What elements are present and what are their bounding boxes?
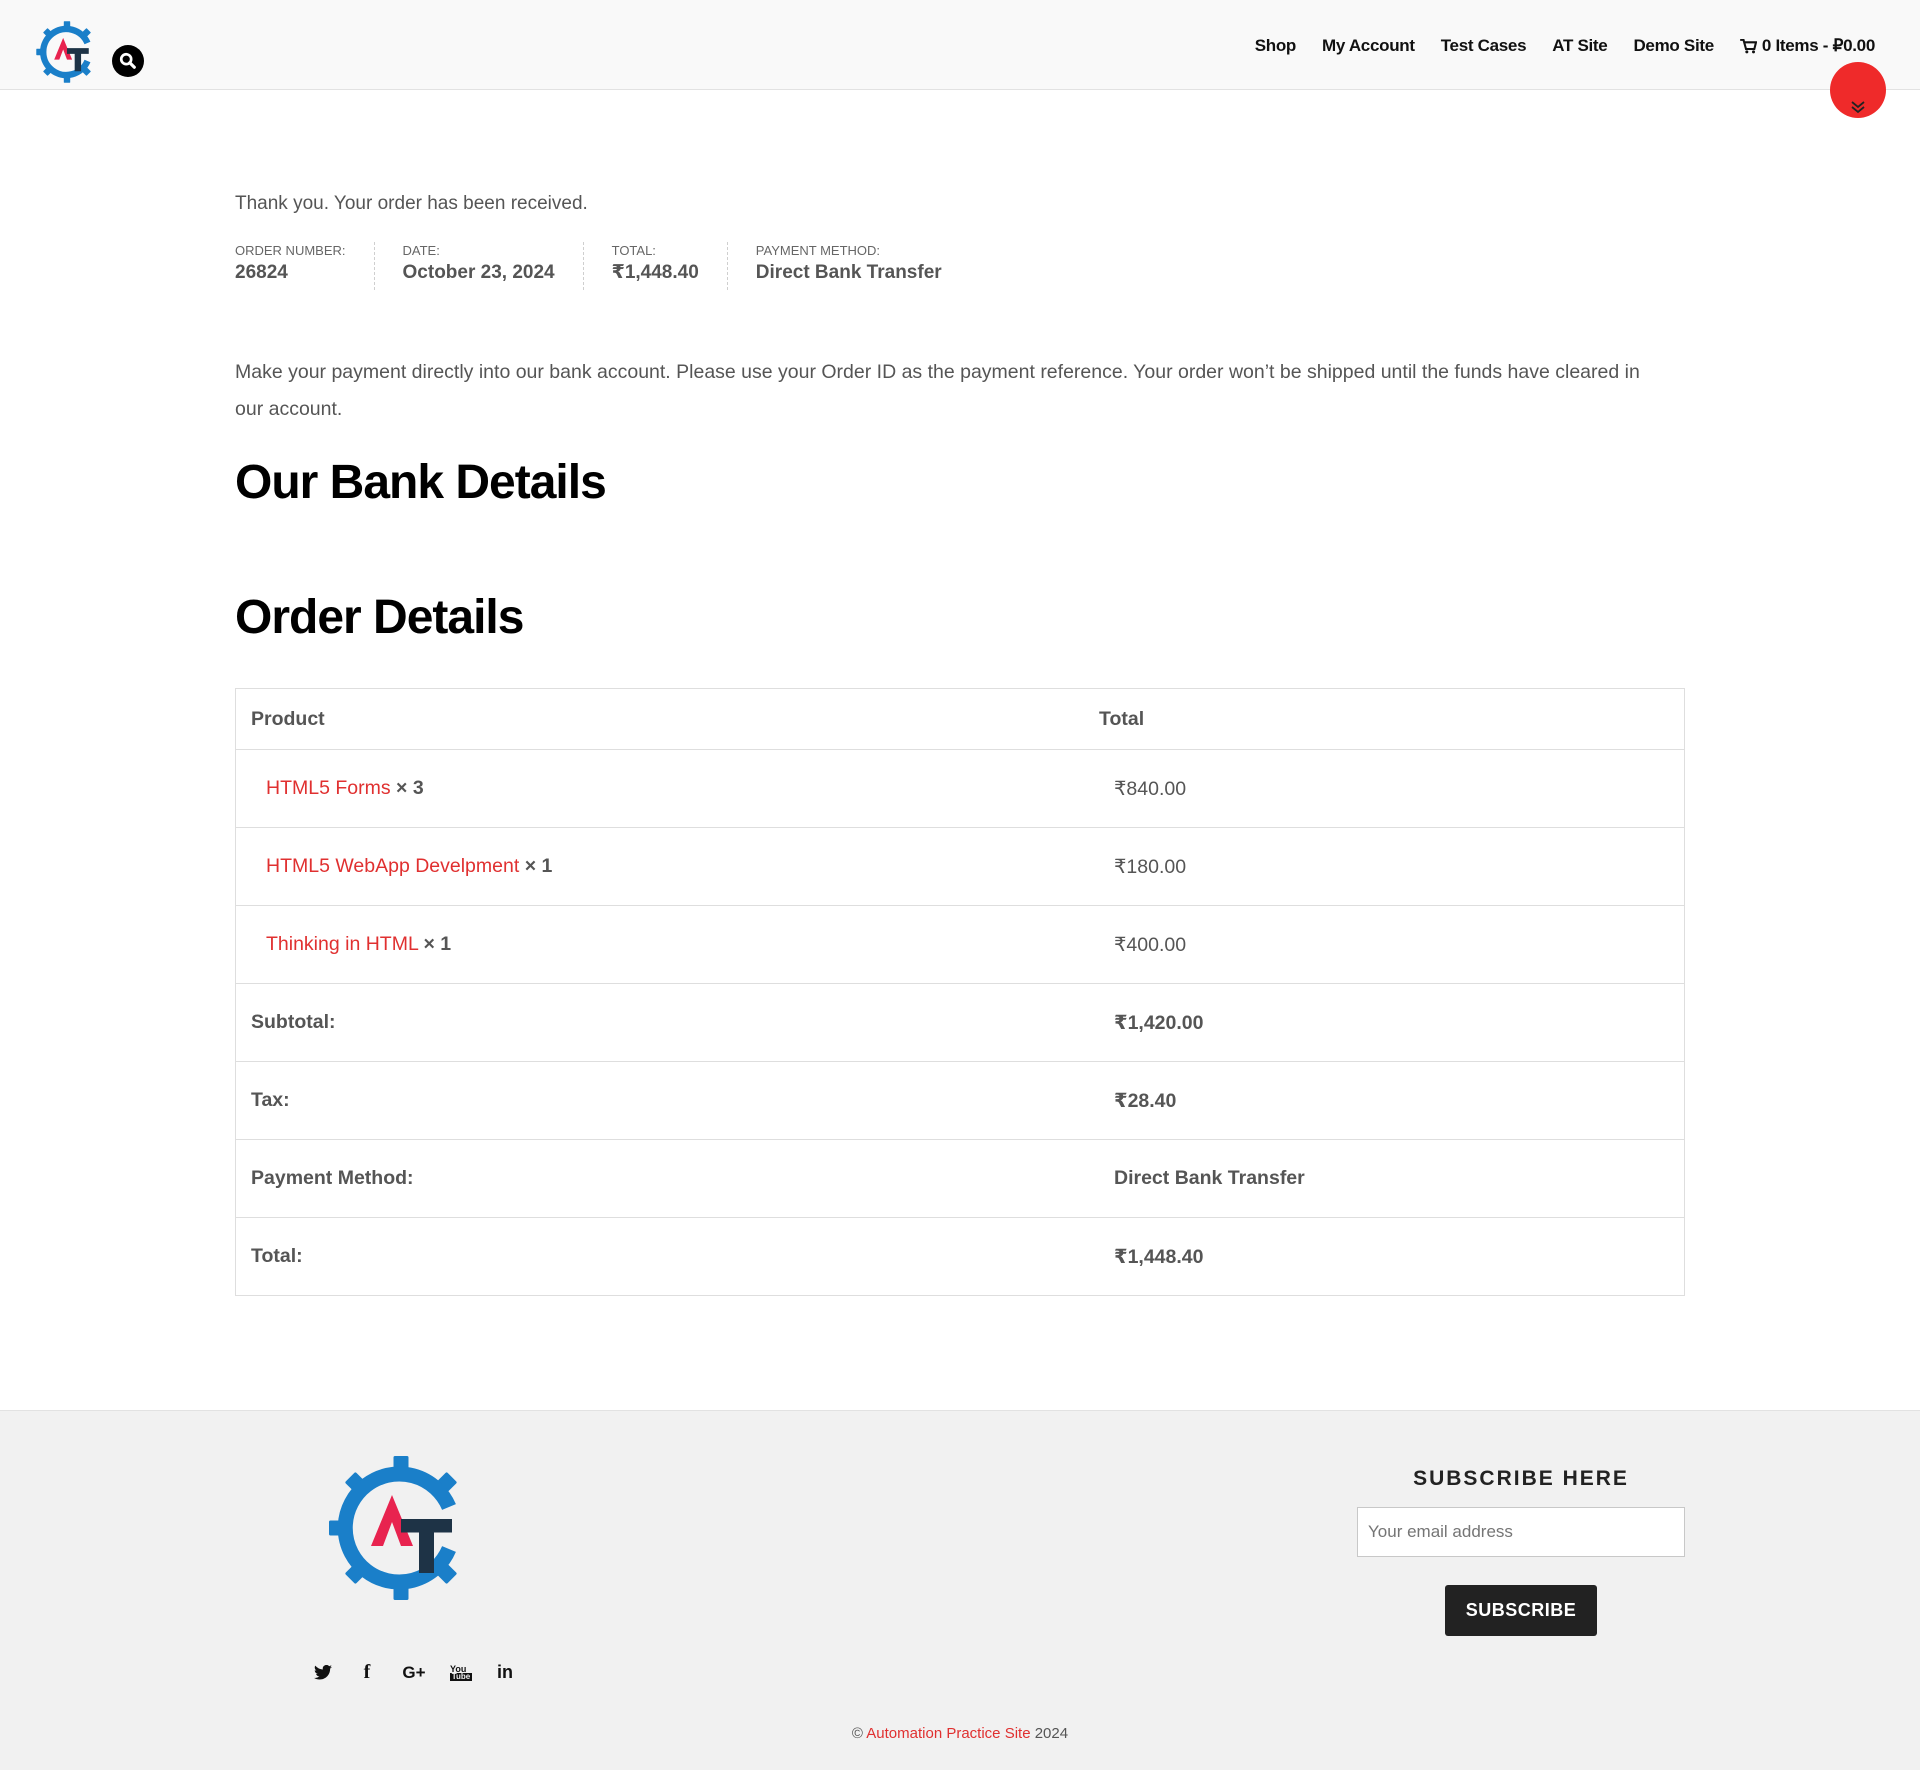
subtotal-row: Subtotal: ₹1,420.00 — [235, 983, 1685, 1062]
product-link[interactable]: Thinking in HTML — [266, 933, 418, 955]
overview-payment-method: Payment method: Direct Bank Transfer — [726, 242, 970, 290]
payment-method-row: Payment Method: Direct Bank Transfer — [235, 1139, 1685, 1218]
overview-value: Direct Bank Transfer — [755, 262, 942, 283]
overview-date: Date: October 23, 2024 — [373, 242, 583, 290]
product-quantity: × 1 — [423, 933, 452, 955]
line-total: ₹400.00 — [1084, 905, 1685, 984]
product-column-header: Product — [235, 688, 1084, 750]
nav-shop[interactable]: Shop — [1255, 36, 1297, 56]
site-header: Shop My Account Test Cases AT Site Demo … — [0, 0, 1920, 90]
subscribe-button[interactable]: SUBSCRIBE — [1445, 1585, 1597, 1636]
line-total: ₹180.00 — [1084, 827, 1685, 906]
overview-label: Date: — [402, 243, 440, 258]
product-link[interactable]: HTML5 WebApp Develpment — [266, 855, 519, 877]
nav-at-site[interactable]: AT Site — [1552, 36, 1608, 56]
totals-label: Payment Method: — [235, 1139, 1084, 1218]
product-cell: HTML5 WebApp Develpment × 1 — [235, 827, 1084, 906]
overview-label: Total: — [611, 243, 656, 258]
twitter-icon[interactable] — [312, 1665, 334, 1680]
copyright-year: 2024 — [1034, 1725, 1069, 1742]
line-total: ₹840.00 — [1084, 749, 1685, 828]
cart-icon — [1740, 38, 1757, 53]
overview-value: 26824 — [235, 262, 288, 283]
table-header-row: Product Total — [235, 688, 1685, 750]
overview-label: Order number: — [235, 243, 346, 258]
copyright: © Automation Practice Site 2024 — [0, 1725, 1920, 1742]
totals-value: ₹1,420.00 — [1084, 983, 1685, 1062]
overview-value: ₹1,448.40 — [611, 262, 699, 283]
footer-logo-icon — [329, 1456, 457, 1600]
product-cell: HTML5 Forms × 3 — [235, 749, 1084, 828]
totals-label: Total: — [235, 1217, 1084, 1296]
main-nav: Shop My Account Test Cases AT Site Demo … — [1255, 36, 1876, 56]
product-quantity: × 3 — [396, 777, 424, 799]
scroll-down-button[interactable] — [1830, 62, 1886, 118]
overview-value: October 23, 2024 — [402, 262, 555, 283]
overview-label: Payment method: — [755, 243, 881, 258]
thank-you-message: Thank you. Your order has been received. — [235, 193, 588, 214]
nav-demo-site[interactable]: Demo Site — [1633, 36, 1714, 56]
totals-label: Tax: — [235, 1061, 1084, 1140]
product-quantity: × 1 — [524, 855, 553, 877]
copyright-link[interactable]: Automation Practice Site — [866, 1725, 1030, 1742]
payment-instructions: Make your payment directly into our bank… — [235, 360, 1640, 420]
youtube-icon[interactable]: You Tube — [450, 1664, 472, 1681]
overview-order-number: Order number: 26824 — [235, 242, 374, 290]
product-cell: Thinking in HTML × 1 — [235, 905, 1084, 984]
search-button[interactable] — [112, 45, 144, 77]
table-row: HTML5 Forms × 3 ₹840.00 — [235, 749, 1685, 828]
order-details-table: Product Total HTML5 Forms × 3 ₹840.00 HT… — [235, 688, 1685, 1296]
facebook-icon[interactable]: f — [356, 1661, 378, 1684]
cart-label: 0 Items - ₽0.00 — [1761, 36, 1875, 55]
total-column-header: Total — [1084, 688, 1685, 750]
total-row: Total: ₹1,448.40 — [235, 1217, 1685, 1296]
site-logo-icon[interactable] — [35, 20, 99, 84]
totals-value: ₹1,448.40 — [1084, 1217, 1685, 1296]
site-footer: f G+ YouTube in SUBSCRIBE HERE SUBSCRIBE… — [0, 1410, 1920, 1770]
tax-row: Tax: ₹28.40 — [235, 1061, 1685, 1140]
table-row: HTML5 WebApp Develpment × 1 ₹180.00 — [235, 827, 1685, 906]
totals-value: ₹28.40 — [1084, 1061, 1685, 1140]
table-row: Thinking in HTML × 1 ₹400.00 — [235, 905, 1685, 984]
order-overview: Order number: 26824 Date: October 23, 20… — [235, 242, 970, 290]
chevron-double-down-icon — [1851, 101, 1865, 114]
bank-details-heading: Our Bank Details — [235, 456, 607, 509]
nav-cart[interactable]: 0 Items - ₽0.00 — [1740, 36, 1875, 56]
overview-total: Total: ₹1,448.40 — [582, 242, 727, 290]
totals-label: Subtotal: — [235, 983, 1084, 1062]
search-icon — [119, 52, 136, 69]
nav-test-cases[interactable]: Test Cases — [1441, 36, 1527, 56]
totals-value: Direct Bank Transfer — [1084, 1139, 1685, 1218]
copyright-symbol: © — [851, 1725, 863, 1742]
linkedin-icon[interactable]: in — [494, 1662, 516, 1683]
social-links: f G+ You Tube in — [312, 1661, 516, 1684]
email-field[interactable] — [1357, 1507, 1685, 1557]
order-details-heading: Order Details — [235, 591, 524, 644]
subscribe-title: SUBSCRIBE HERE — [1413, 1467, 1629, 1490]
nav-my-account[interactable]: My Account — [1322, 36, 1415, 56]
google-plus-icon[interactable]: G+ — [400, 1663, 428, 1683]
product-link[interactable]: HTML5 Forms — [266, 777, 391, 799]
